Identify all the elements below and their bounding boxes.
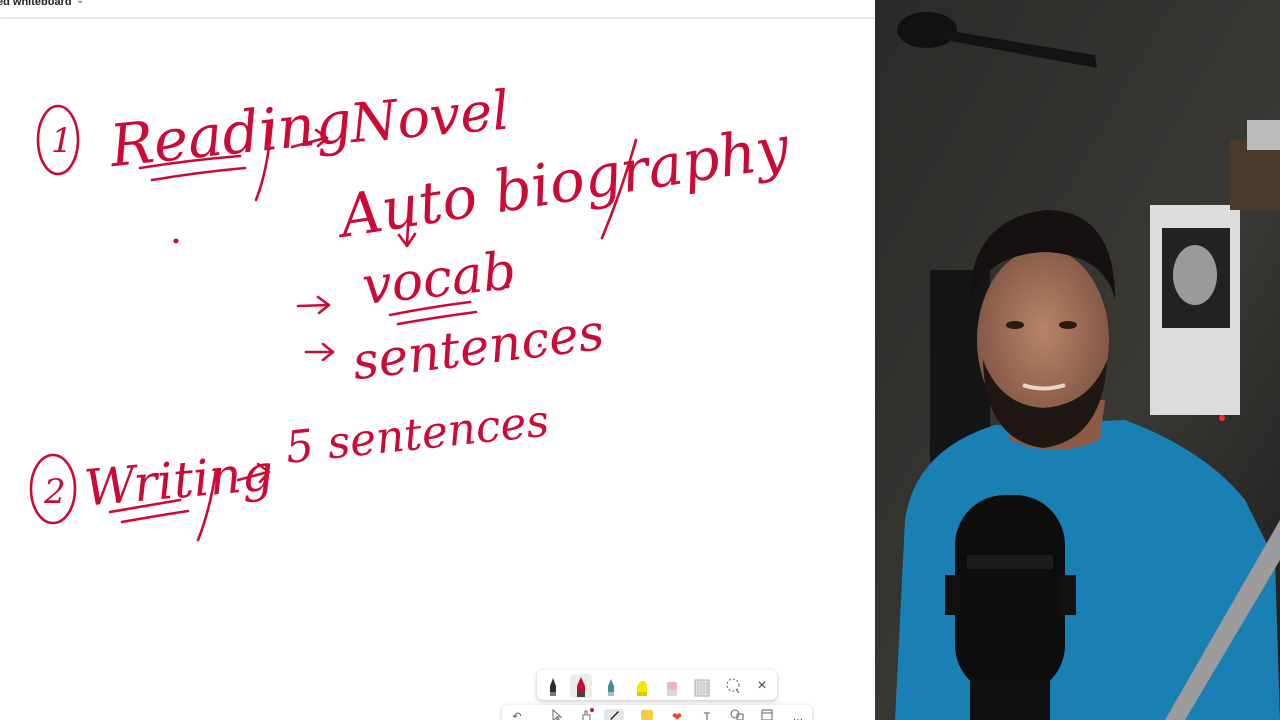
ink-writing: 2 Writing [29,443,276,542]
ink-vocab: vocab . [296,241,519,326]
highlighter-yellow-tool[interactable] [631,674,653,698]
close-icon[interactable]: × [751,674,773,698]
sentences-dot: . [535,320,545,355]
touch-draw-icon[interactable] [576,708,596,720]
main-toolbar: ↶ ❤ T … [502,705,812,720]
word-writing: Writing [82,443,276,517]
pen-tool-button[interactable] [604,709,624,720]
templates-icon[interactable] [757,709,777,720]
pen-icon [608,679,614,696]
title-bar: ed whiteboard ⌄ [0,0,875,17]
arrow-vocab [296,295,331,315]
ink-reading: 1 Reading [36,87,355,202]
presenter-video-frame [875,0,1280,720]
pen-teal-tool[interactable] [600,674,622,698]
arrow-sentences [304,342,335,362]
ruler-tool[interactable] [691,674,713,698]
webcam-video [875,0,1280,720]
word-sentences: sentences [349,303,607,391]
pointer-icon [552,708,563,720]
novel-comma: , [478,89,491,135]
lasso-select-tool[interactable] [722,674,744,698]
more-options-icon[interactable]: … [788,709,808,720]
template-icon [761,709,773,720]
lasso-icon [726,678,740,694]
pen-icon [550,678,556,696]
vocab-dot: . [503,261,513,296]
chevron-down-icon[interactable]: ⌄ [76,0,84,6]
whiteboard-title[interactable]: ed whiteboard [0,0,72,8]
marker-1-text: 1 [51,121,73,161]
highlighter-icon [637,681,647,696]
ink-five-sentences: 5 sentences [283,395,551,473]
ruler-icon [694,679,710,697]
pen-icon [577,677,585,697]
reaction-heart-icon[interactable]: ❤ [667,709,687,720]
word-five-sentences: 5 sentences [283,395,551,473]
shape-icon [730,709,744,720]
stray-dot [173,238,179,244]
ink-layer: 1 Reading Novel , Auto biography vocab . [29,79,795,542]
eraser-tool[interactable] [661,674,683,698]
active-indicator [590,708,594,712]
select-pointer-icon[interactable] [547,708,567,720]
shapes-icon[interactable] [727,709,747,720]
sticky-note-icon[interactable] [637,709,657,720]
indicator-light [1219,415,1225,421]
marker-2-text: 2 [43,472,66,512]
pen-tray: × [537,670,777,700]
ink-sentences: sentences . [304,303,607,391]
pen-black-tool[interactable] [542,674,564,698]
undo-icon[interactable]: ↶ [507,709,527,720]
ink-novel: Novel , [345,79,511,156]
pen-red-tool[interactable] [570,674,592,698]
eraser-icon [667,682,677,696]
whiteboard-canvas[interactable]: ed whiteboard ⌄ 1 Reading Novel , Auto b… [0,0,875,720]
text-tool-icon[interactable]: T [697,709,717,720]
pen-icon [610,711,619,720]
